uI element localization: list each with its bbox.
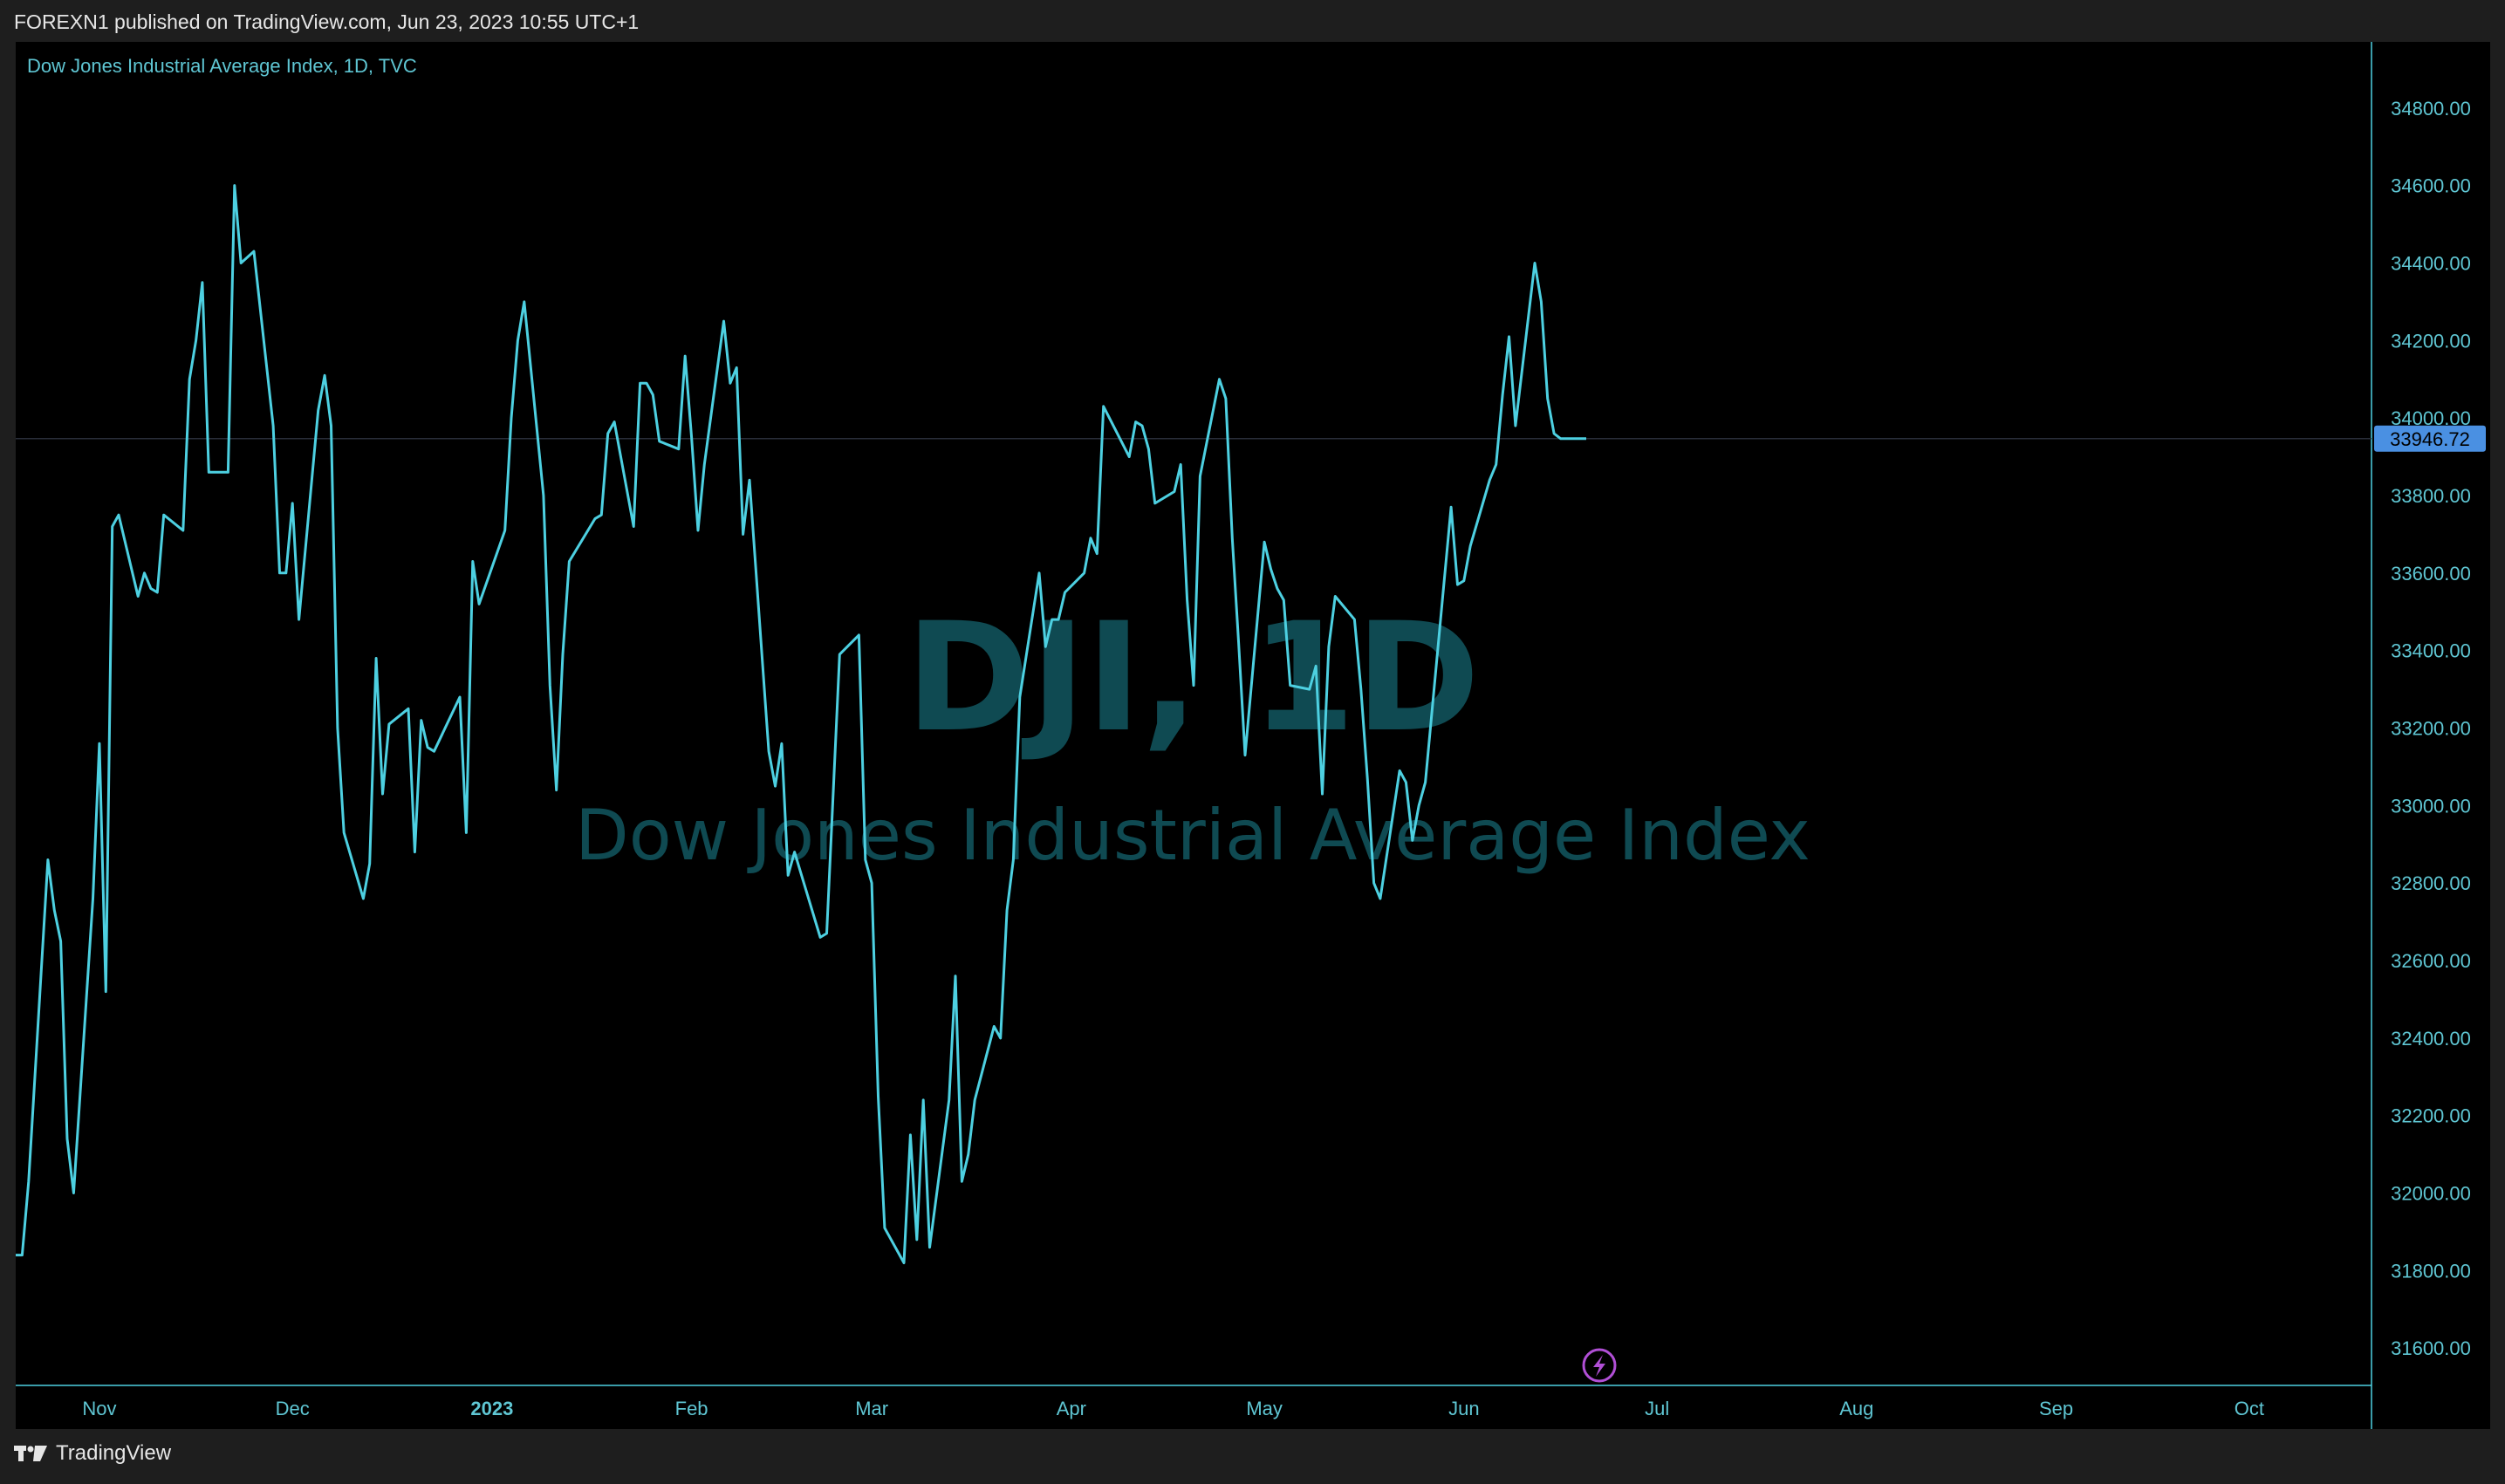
- y-tick-label: 33400.00: [2391, 640, 2471, 662]
- last-price-badge-label: 33946.72: [2390, 428, 2470, 450]
- y-tick-label: 34600.00: [2391, 175, 2471, 197]
- x-tick-label: Dec: [276, 1398, 310, 1419]
- x-tick-label: May: [1246, 1398, 1283, 1419]
- published-header: FOREXN1 published on TradingView.com, Ju…: [14, 10, 640, 33]
- chart-area[interactable]: DJI, 1D Dow Jones Industrial Average Ind…: [16, 42, 2490, 1429]
- x-tick-label: Apr: [1057, 1398, 1086, 1419]
- y-tick-label: 32800.00: [2391, 872, 2471, 894]
- y-tick-label: 33000.00: [2391, 795, 2471, 817]
- footer-brand[interactable]: TradingView: [14, 1441, 171, 1466]
- x-axis[interactable]: Nov Dec 2023 Feb Mar Apr May Jun Jul Aug Sep Oct: [82, 1398, 2264, 1419]
- x-tick-label: Feb: [675, 1398, 708, 1419]
- y-tick-label: 31600.00: [2391, 1337, 2471, 1359]
- y-tick-label: 32200.00: [2391, 1105, 2471, 1127]
- y-tick-label: 31800.00: [2391, 1260, 2471, 1282]
- y-tick-label: 34800.00: [2391, 98, 2471, 120]
- y-tick-label: 32400.00: [2391, 1028, 2471, 1050]
- x-tick-label: 2023: [470, 1398, 513, 1419]
- y-tick-label: 33200.00: [2391, 718, 2471, 740]
- y-tick-label: 32600.00: [2391, 950, 2471, 972]
- y-tick-label: 33800.00: [2391, 485, 2471, 507]
- y-tick-label: 33600.00: [2391, 563, 2471, 585]
- y-tick-label: 34400.00: [2391, 252, 2471, 274]
- y-axis[interactable]: 34800.0034600.0034400.0034200.0034000.00…: [2391, 98, 2471, 1359]
- lightning-bolt-icon: [1593, 1355, 1605, 1377]
- x-tick-label: Aug: [1839, 1398, 1873, 1419]
- x-tick-label: Mar: [855, 1398, 888, 1419]
- tradingview-logo-icon: [14, 1446, 47, 1461]
- x-tick-label: Nov: [82, 1398, 116, 1419]
- x-tick-label: Jun: [1448, 1398, 1479, 1419]
- last-price-badge: 33946.72: [2374, 425, 2486, 452]
- x-tick-label: Oct: [2235, 1398, 2264, 1419]
- x-tick-label: Jul: [1645, 1398, 1669, 1419]
- y-tick-label: 32000.00: [2391, 1183, 2471, 1205]
- x-tick-label: Sep: [2039, 1398, 2073, 1419]
- watermark-name: Dow Jones Industrial Average Index: [575, 795, 1810, 876]
- chart-svg[interactable]: DJI, 1D Dow Jones Industrial Average Ind…: [16, 42, 2490, 1429]
- footer-brand-label: TradingView: [56, 1441, 172, 1465]
- y-tick-label: 34200.00: [2391, 330, 2471, 352]
- lightning-button[interactable]: [1582, 1348, 1617, 1383]
- chart-title[interactable]: Dow Jones Industrial Average Index, 1D, …: [27, 55, 417, 77]
